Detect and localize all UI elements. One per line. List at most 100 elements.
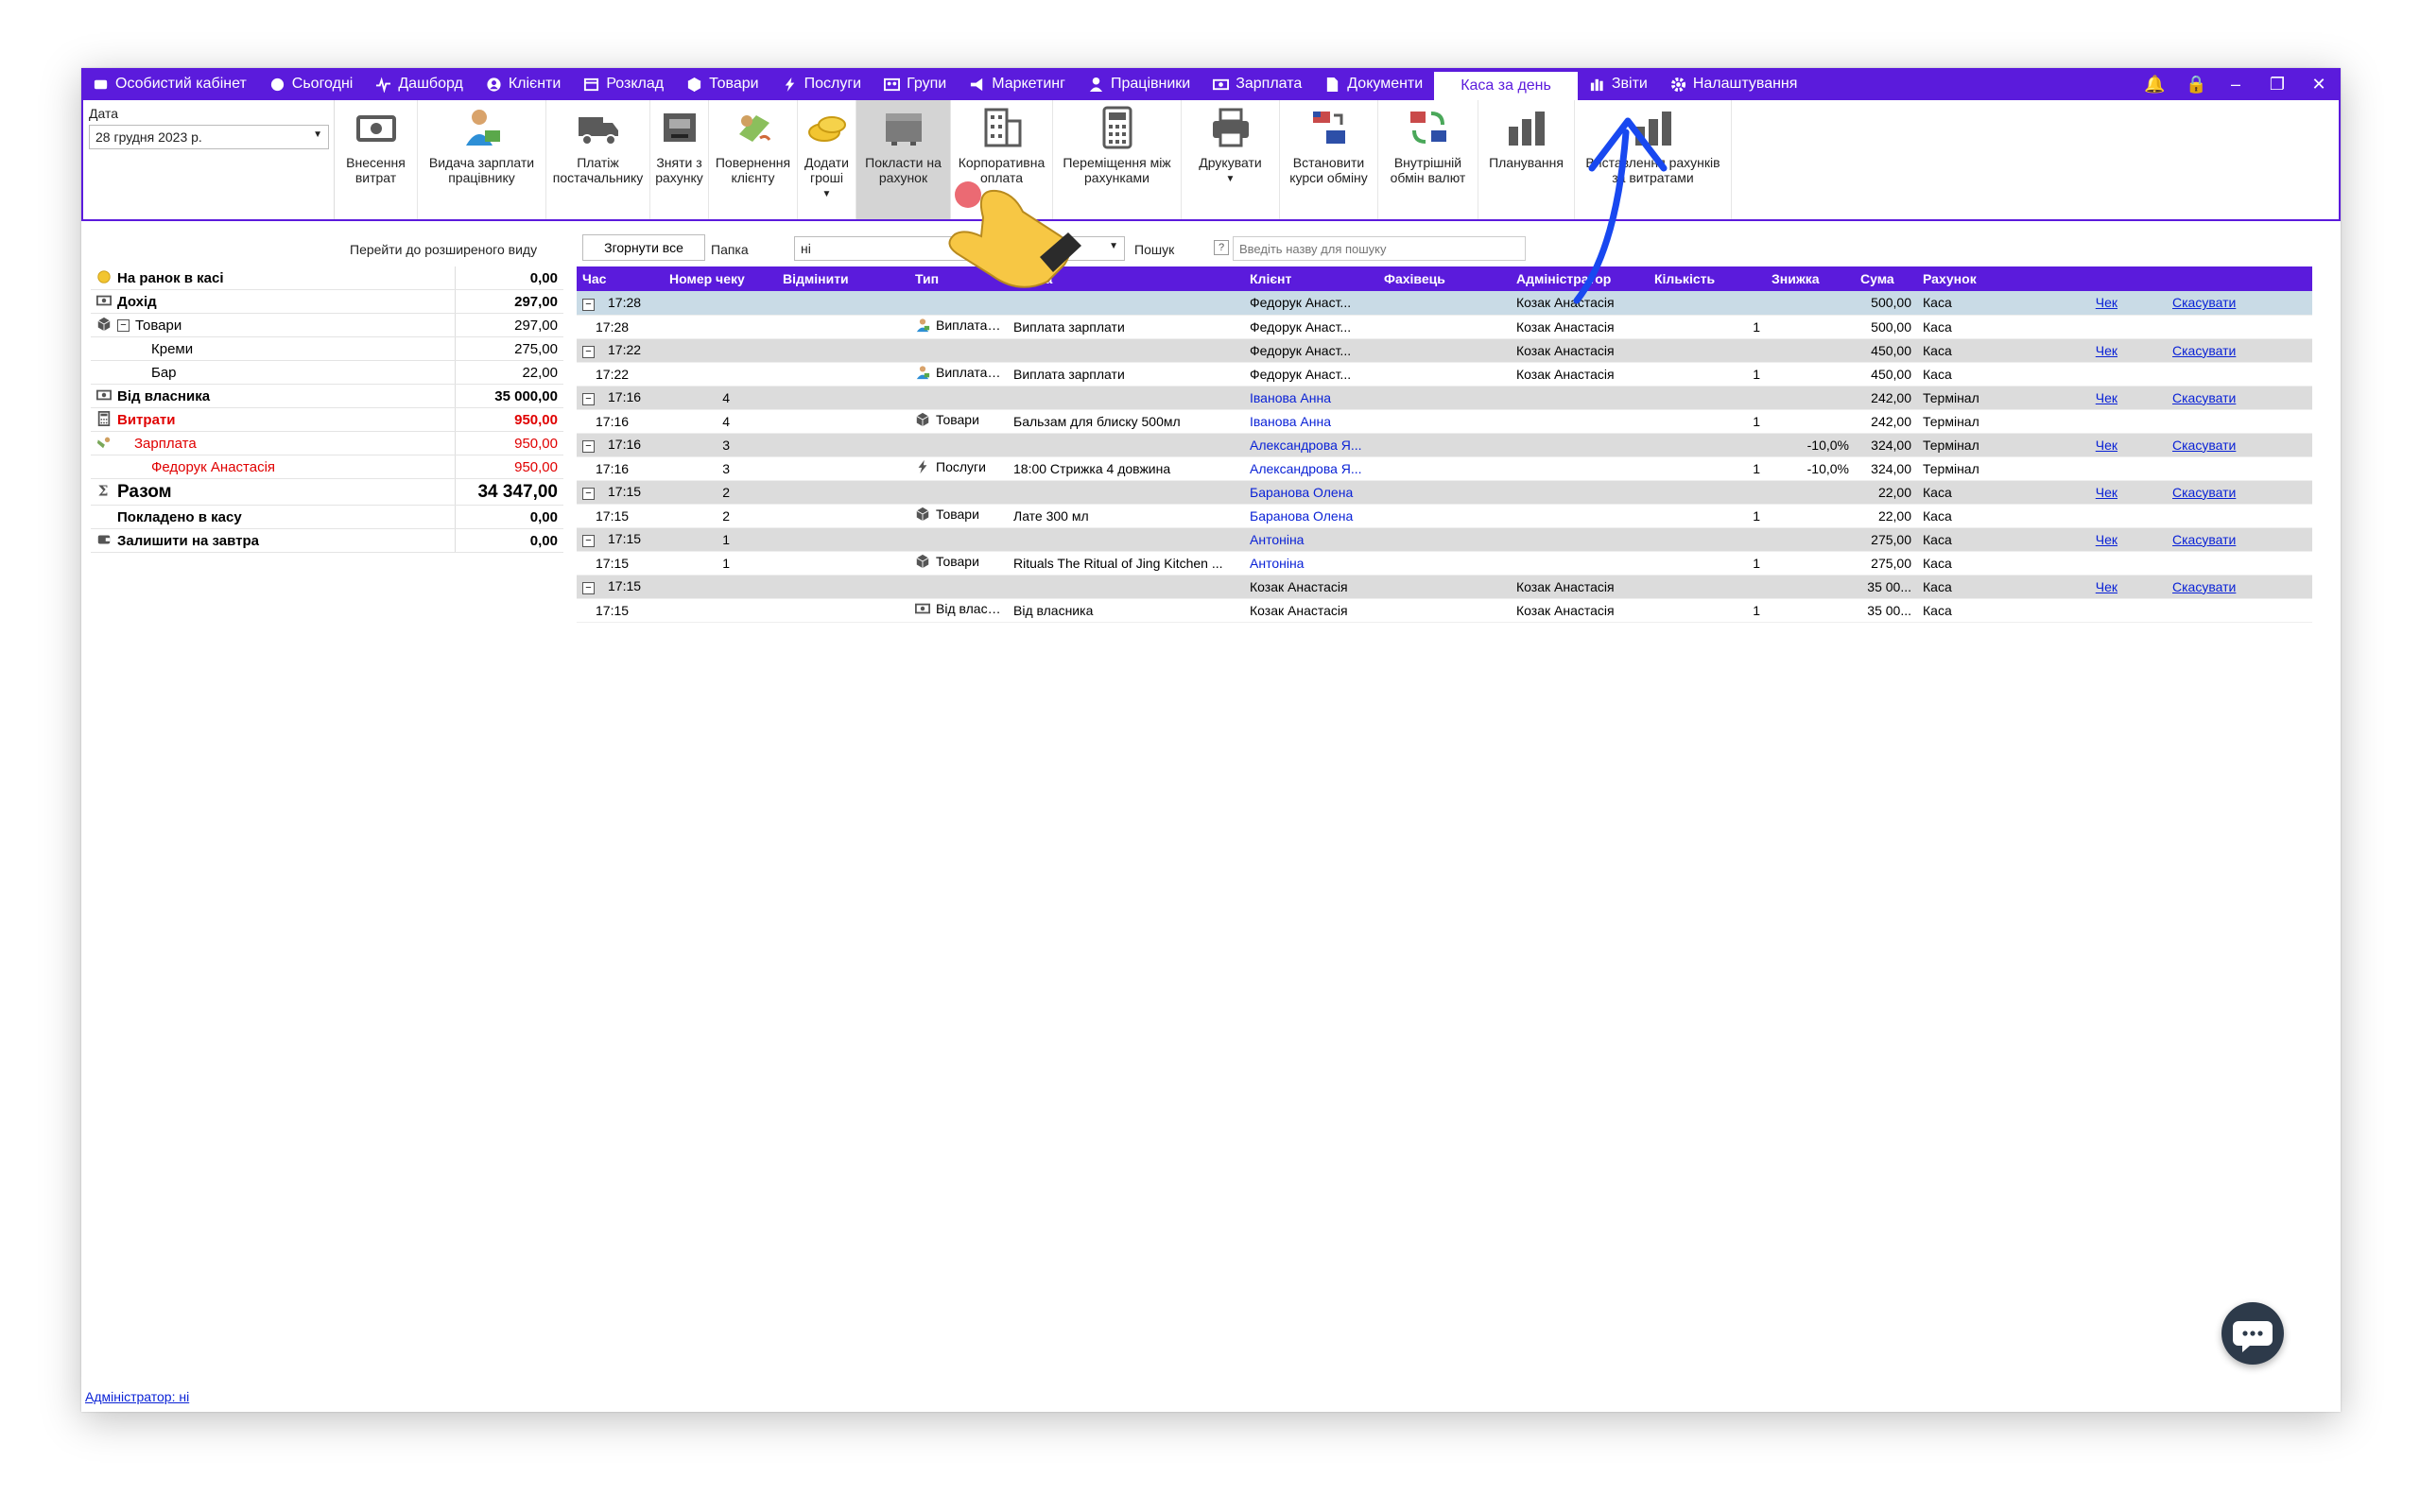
column-header[interactable]: Знижка <box>1766 266 1855 291</box>
column-header[interactable]: Тип <box>909 266 1008 291</box>
collapse-toggle[interactable]: − <box>582 298 595 311</box>
ribbon-button-12[interactable]: Планування <box>1478 100 1575 219</box>
collapse-toggle[interactable]: − <box>117 318 130 332</box>
ribbon-button-3[interactable]: Зняти з рахунку <box>650 100 709 219</box>
minimize-icon[interactable]: – <box>2227 75 2244 94</box>
table-row[interactable]: 17:16 3 Послуги 18:00 Стрижка 4 довжина … <box>577 456 2312 481</box>
collapse-toggle[interactable]: − <box>582 393 595 405</box>
chat-button[interactable] <box>2221 1302 2284 1365</box>
cancel-link[interactable]: Скасувати <box>2172 343 2236 358</box>
ribbon-button-10[interactable]: Встановити курси обміну <box>1280 100 1378 219</box>
ribbon-button-2[interactable]: Платіж постачальнику <box>546 100 650 219</box>
collapse-all-button[interactable]: Згорнути все <box>582 234 705 261</box>
lock-icon[interactable]: 🔒 <box>2186 75 2206 94</box>
column-header[interactable] <box>2123 266 2312 291</box>
search-input[interactable] <box>1233 236 1526 261</box>
cancel-link[interactable]: Скасувати <box>2172 390 2236 405</box>
summary-value: 950,00 <box>514 458 558 475</box>
collapse-toggle[interactable]: − <box>582 346 595 358</box>
restore-icon[interactable]: ❐ <box>2269 75 2286 94</box>
menu-item-1[interactable]: Сьогодні <box>258 68 365 100</box>
administrator-link[interactable]: Адміністратор: ні <box>85 1389 189 1404</box>
column-header[interactable]: Клієнт <box>1244 266 1378 291</box>
receipt-group-row[interactable]: − 17:15 Козак Анастасія Козак Анастасія 3… <box>577 575 2312 599</box>
column-header[interactable]: Кількість <box>1649 266 1766 291</box>
column-header[interactable]: Номер чеку <box>664 266 777 291</box>
close-icon[interactable]: ✕ <box>2310 75 2327 94</box>
receipt-link[interactable]: Чек <box>2096 438 2118 453</box>
receipt-link[interactable]: Чек <box>2096 390 2118 405</box>
table-row[interactable]: 17:22 Виплата за... Виплата зарплати Фед… <box>577 362 2312 387</box>
column-header[interactable]: Фахівець <box>1378 266 1511 291</box>
column-header[interactable]: Відмінити <box>777 266 909 291</box>
receipt-link[interactable]: Чек <box>2096 485 2118 500</box>
folder-select[interactable]: ні ▼ <box>794 236 1125 261</box>
date-picker[interactable]: 28 грудня 2023 р. ▼ <box>89 125 329 149</box>
ribbon-button-8[interactable]: Переміщення між рахунками <box>1053 100 1182 219</box>
bell-icon[interactable]: 🔔 <box>2144 75 2165 94</box>
menu-item-10[interactable]: Зарплата <box>1201 68 1313 100</box>
advanced-view-link[interactable]: Перейти до розширеного виду <box>350 242 537 257</box>
account-cell: Термінал <box>1917 386 2023 410</box>
collapse-toggle[interactable]: − <box>582 488 595 500</box>
menu-item-9[interactable]: Працівники <box>1077 68 1201 100</box>
ribbon-button-5[interactable]: Додати гроші ▼ <box>798 100 856 219</box>
receipt-link[interactable]: Чек <box>2096 532 2118 547</box>
receipt-link[interactable]: Чек <box>2096 343 2118 358</box>
receipt-group-row[interactable]: −17:22 Федорук Анаст... Козак Анастасія … <box>577 338 2312 363</box>
receipt-group-row[interactable]: − 17:15 2 Баранова Олена 22,00 Каса Чек С… <box>577 480 2312 505</box>
ribbon-button-4[interactable]: Повернення клієнту <box>709 100 798 219</box>
menu-item-0[interactable]: Особистий кабінет <box>81 68 258 100</box>
ribbon-button-13[interactable]: Виставлення рахунків за витратами <box>1575 100 1732 219</box>
menu-item-5[interactable]: Товари <box>675 68 769 100</box>
chevron-down-icon: ▼ <box>1109 241 1118 251</box>
receipt-group-row[interactable]: −17:16 3 Александрова Я... -10,0% 324,00… <box>577 433 2312 457</box>
receipt-link[interactable]: Чек <box>2096 295 2118 310</box>
help-icon[interactable]: ? <box>1214 240 1229 255</box>
cancel-link[interactable]: Скасувати <box>2172 579 2236 594</box>
ribbon-button-7[interactable]: Корпоративна оплата <box>951 100 1053 219</box>
table-row[interactable]: 17:15 2 Товари Лате 300 мл Баранова Олен… <box>577 504 2312 528</box>
collapse-toggle[interactable]: − <box>582 440 595 453</box>
ribbon-button-1[interactable]: Видача зарплати працівнику <box>418 100 546 219</box>
menu-item-14[interactable]: Налаштування <box>1659 68 1809 100</box>
menu-item-7[interactable]: Групи <box>873 68 958 100</box>
column-header[interactable] <box>2023 266 2123 291</box>
column-header[interactable]: Рахунок <box>1917 266 2023 291</box>
menu-item-13[interactable]: Звіти <box>1578 68 1659 100</box>
summary-label: Креми <box>151 340 194 357</box>
menu-item-6[interactable]: Послуги <box>770 68 873 100</box>
specialist-cell <box>1378 386 1511 410</box>
ribbon-button-label: Встановити курси обміну <box>1289 155 1368 185</box>
receipt-group-row[interactable]: − 17:16 4 Іванова Анна 242,00 Термінал Че… <box>577 386 2312 410</box>
column-header[interactable]: Сума <box>1855 266 1917 291</box>
cancel-link[interactable]: Скасувати <box>2172 485 2236 500</box>
menu-item-2[interactable]: Дашборд <box>364 68 475 100</box>
menu-item-11[interactable]: Документи <box>1313 68 1434 100</box>
table-row[interactable]: 17:28 Виплата за... Виплата зарплати Фед… <box>577 315 2312 339</box>
table-row[interactable]: 17:15 1 Товари Rituals The Ritual of Jin… <box>577 551 2312 576</box>
column-header[interactable]: Адміністратор <box>1511 266 1649 291</box>
receipt-group-row[interactable]: − 17:15 1 Антоніна 275,00 Каса Чек Скасув… <box>577 527 2312 552</box>
table-row[interactable]: 17:16 4 Товари Бальзам для блиску 500мл … <box>577 409 2312 434</box>
ribbon-button-11[interactable]: Внутрішній обмін валют <box>1378 100 1478 219</box>
collapse-toggle[interactable]: − <box>582 582 595 594</box>
column-header[interactable]: Назва <box>1008 266 1244 291</box>
menu-item-3[interactable]: Клієнти <box>475 68 572 100</box>
ribbon-button-6[interactable]: Покласти на рахунок <box>856 100 951 219</box>
box-icon <box>686 77 703 93</box>
cancel-link[interactable]: Скасувати <box>2172 532 2236 547</box>
cancel-link[interactable]: Скасувати <box>2172 295 2236 310</box>
ribbon-button-9[interactable]: Друкувати ▼ <box>1182 100 1280 219</box>
ribbon-button-0[interactable]: Внесення витрат <box>335 100 418 219</box>
receipt-group-row[interactable]: −17:28 Федорук Анаст... Козак Анастасія … <box>577 291 2312 316</box>
menu-item-4[interactable]: Розклад <box>572 68 675 100</box>
cancel-link[interactable]: Скасувати <box>2172 438 2236 453</box>
table-row[interactable]: 17:15 Від власника Від власника Козак Ан… <box>577 598 2312 623</box>
menu-item-8[interactable]: Маркетинг <box>958 68 1077 100</box>
specialist-cell <box>1378 409 1511 434</box>
menu-item-12[interactable]: Каса за день <box>1434 72 1578 100</box>
column-header[interactable]: Час <box>577 266 664 291</box>
collapse-toggle[interactable]: − <box>582 535 595 547</box>
receipt-link[interactable]: Чек <box>2096 579 2118 594</box>
